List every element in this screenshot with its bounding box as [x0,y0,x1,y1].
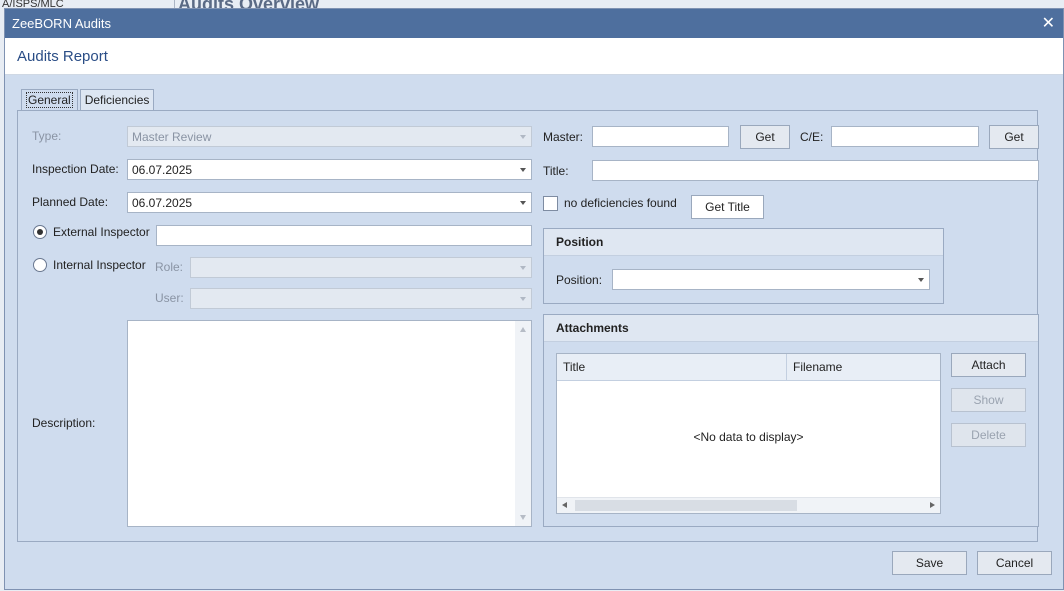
chevron-down-icon[interactable] [520,201,526,205]
position-dropdown[interactable] [612,269,930,290]
type-label: Type: [32,129,62,143]
description-textarea[interactable] [127,320,532,527]
chevron-down-icon [520,297,526,301]
tab-strip: General Deficiencies [21,89,156,111]
scroll-right-icon[interactable] [930,502,935,508]
window-titlebar[interactable]: ZeeBORN Audits ✕ [5,9,1063,38]
internal-inspector-label[interactable]: Internal Inspector [53,258,146,272]
column-header-filename[interactable]: Filename [787,354,940,380]
ce-input[interactable] [831,126,979,147]
dialog-title: Audits Report [17,47,108,65]
ce-label: C/E: [800,130,824,144]
tab-general[interactable]: General [21,89,78,111]
ce-get-button[interactable]: Get [989,125,1039,149]
show-button[interactable]: Show [951,388,1026,412]
chevron-down-icon [520,135,526,139]
inspection-date-label: Inspection Date: [32,162,119,176]
position-group: Position Position: [543,228,944,304]
external-inspector-label[interactable]: External Inspector [53,225,150,239]
cancel-button[interactable]: Cancel [977,551,1052,575]
attachments-grid-header: Title Filename [557,354,940,381]
window-title: ZeeBORN Audits [12,16,111,31]
no-deficiencies-label[interactable]: no deficiencies found [564,196,677,210]
scroll-down-icon[interactable] [520,515,526,520]
role-dropdown[interactable] [190,257,532,278]
internal-inspector-radio[interactable] [33,258,47,272]
master-input[interactable] [592,126,729,147]
scroll-left-icon[interactable] [562,502,567,508]
scroll-up-icon[interactable] [520,327,526,332]
attachments-horizontal-scrollbar[interactable] [557,497,940,513]
attachments-group-title: Attachments [544,315,1038,342]
type-dropdown[interactable]: Master Review [127,126,532,147]
save-button[interactable]: Save [892,551,967,575]
planned-date-label: Planned Date: [32,195,109,209]
planned-date-picker[interactable]: 06.07.2025 [127,192,532,213]
attachments-group: Attachments Title Filename <No data to d… [543,314,1039,527]
attach-button[interactable]: Attach [951,353,1026,377]
column-header-title[interactable]: Title [557,354,787,380]
title-label: Title: [543,164,569,178]
scroll-thumb[interactable] [575,500,797,511]
role-label: Role: [155,260,184,274]
general-tab-page: Type: Master Review Inspection Date: 06.… [17,110,1039,542]
chevron-down-icon[interactable] [520,168,526,172]
chevron-down-icon[interactable] [918,278,924,282]
no-deficiencies-checkbox[interactable] [543,196,558,211]
description-label: Description: [32,416,96,430]
attachments-grid[interactable]: Title Filename <No data to display> [556,353,941,514]
position-group-title: Position [544,229,943,256]
tab-deficiencies[interactable]: Deficiencies [79,89,155,111]
master-label: Master: [543,130,584,144]
position-label: Position: [556,273,603,287]
dialog-header: Audits Report [5,38,1063,75]
get-title-button[interactable]: Get Title [691,195,764,219]
close-icon[interactable]: ✕ [1042,15,1055,32]
delete-button[interactable]: Delete [951,423,1026,447]
audits-report-dialog: ZeeBORN Audits ✕ Audits Report General D… [4,8,1064,590]
master-get-button[interactable]: Get [740,125,790,149]
inspection-date-picker[interactable]: 06.07.2025 [127,159,532,180]
description-scrollbar[interactable] [515,321,531,526]
user-dropdown[interactable] [190,288,532,309]
grid-empty-message: <No data to display> [693,430,804,444]
user-label: User: [155,291,184,305]
external-inspector-input[interactable] [156,225,532,246]
external-inspector-radio[interactable] [33,225,47,239]
title-input[interactable] [592,160,1039,181]
chevron-down-icon [520,266,526,270]
